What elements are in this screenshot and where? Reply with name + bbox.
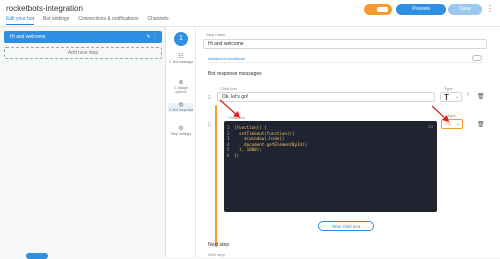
tab-bot-settings[interactable]: Bot settings bbox=[43, 16, 69, 25]
annotation-arrow-left bbox=[219, 99, 240, 118]
preview-button[interactable]: Preview bbox=[396, 4, 446, 15]
nav-bot-response[interactable]: ◍ 3. Bot response bbox=[168, 102, 194, 112]
main-tabs: Edit your bot Bot settings Connections &… bbox=[6, 16, 169, 25]
step-name-input[interactable]: Hi and welcome bbox=[203, 39, 487, 49]
line-numbers: 1 2 3 4 5 6 bbox=[227, 125, 230, 158]
edit-icon[interactable]: ✎ bbox=[146, 34, 150, 40]
step-item[interactable]: Hi and welcome ✎ ⋮ bbox=[4, 31, 162, 43]
nav-label: 1. Bot message bbox=[168, 60, 194, 64]
app-title: rocketbots-integration bbox=[6, 4, 83, 13]
new-child-text-button[interactable]: New child text bbox=[318, 221, 374, 231]
step-item-label: Hi and welcome bbox=[10, 34, 46, 40]
drag-handle-icon[interactable]: ⠿ bbox=[207, 95, 211, 102]
step-navigation: 1 ☷ 1. Bot message ⊕ 2. Assign options ◍… bbox=[166, 27, 196, 257]
type-label: Type bbox=[444, 86, 453, 91]
child-text-input[interactable]: Ok, let's go! bbox=[217, 92, 435, 102]
nav-label: Step settings bbox=[170, 132, 192, 136]
tab-channels[interactable]: Channels bbox=[148, 16, 169, 25]
child-text-label: Child text bbox=[220, 86, 237, 91]
gear-icon: ⚙ bbox=[178, 126, 184, 132]
options-icon: ⊕ bbox=[178, 80, 184, 86]
type-select[interactable]: T ⌄ bbox=[440, 92, 462, 102]
step-name-label: Step name bbox=[206, 32, 226, 37]
add-new-step-button[interactable]: Add new step bbox=[4, 47, 162, 59]
advanced-conditions-row: Advanced conditions bbox=[208, 55, 484, 63]
top-bar: rocketbots-integration Edit your bot Bot… bbox=[0, 0, 500, 27]
bot-responses-title: Bot response messages bbox=[208, 71, 262, 77]
more-icon[interactable]: ⋮ bbox=[152, 34, 157, 40]
tab-connections[interactable]: Connections & notifications bbox=[78, 16, 138, 25]
next-step-title: Next step bbox=[208, 242, 230, 248]
more-options-icon[interactable]: ⋮ bbox=[486, 4, 494, 13]
toggle-knob bbox=[376, 6, 389, 13]
nav-assign-options[interactable]: ⊕ 2. Assign options bbox=[168, 80, 194, 94]
nav-step-settings[interactable]: ⚙ Step settings bbox=[168, 126, 194, 136]
text-type-icon: T bbox=[444, 93, 449, 102]
delete-icon-2[interactable]: 🗑 bbox=[477, 121, 485, 128]
nav-label: 3. Bot response bbox=[168, 108, 194, 112]
chevron-down-icon: ⌄ bbox=[455, 94, 460, 100]
step-item-actions: ✎ ⋮ bbox=[146, 31, 157, 43]
annotation-arrow-right bbox=[431, 105, 449, 122]
nav-label: 2. Assign options bbox=[173, 86, 189, 94]
save-button[interactable]: Save bbox=[448, 4, 482, 15]
next-step-label: Next step bbox=[208, 252, 225, 257]
advanced-conditions-toggle[interactable] bbox=[472, 55, 482, 61]
message-icon: ☷ bbox=[178, 54, 184, 60]
response-group-indicator bbox=[215, 105, 217, 247]
chevron-down-icon: ⌄ bbox=[456, 121, 461, 127]
step-number-badge: 1 bbox=[174, 32, 188, 46]
code-editor[interactable]: 1 2 3 4 5 6 (function() { setTimeout(fun… bbox=[224, 121, 437, 212]
delete-icon[interactable]: 🗑 bbox=[477, 93, 485, 100]
code-content[interactable]: (function() { setTimeout(function(){ $(w… bbox=[234, 125, 307, 159]
steps-panel: Hi and welcome ✎ ⋮ Add new step bbox=[0, 27, 166, 257]
help-icon[interactable]: ? bbox=[466, 93, 469, 99]
advanced-conditions-label[interactable]: Advanced conditions bbox=[208, 56, 245, 61]
chat-icon: ◍ bbox=[178, 102, 184, 108]
bot-active-toggle[interactable] bbox=[364, 4, 392, 15]
chat-widget-tab[interactable] bbox=[26, 253, 48, 259]
tab-edit-your-bot[interactable]: Edit your bot bbox=[6, 16, 35, 25]
nav-bot-message[interactable]: ☷ 1. Bot message bbox=[168, 54, 194, 64]
drag-handle-icon-2[interactable]: ⠿ bbox=[207, 122, 211, 129]
